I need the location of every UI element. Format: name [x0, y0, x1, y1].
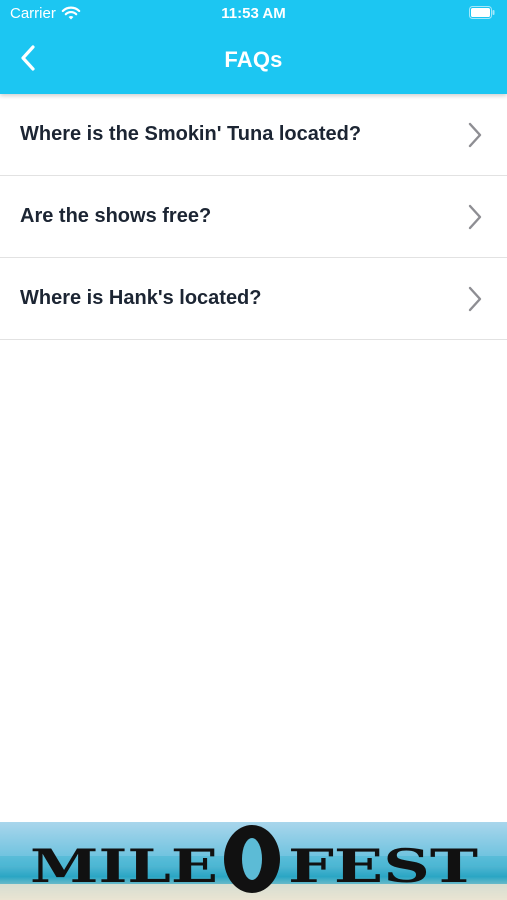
status-bar: Carrier 11:53 AM — [0, 0, 507, 28]
faq-item[interactable]: Are the shows free? — [0, 176, 507, 258]
chevron-right-icon — [467, 122, 483, 148]
faq-question: Where is the Smokin' Tuna located? — [20, 123, 362, 145]
battery-icon — [469, 6, 495, 19]
page-title: FAQs — [224, 47, 283, 72]
status-time: 11:53 AM — [221, 5, 286, 22]
faq-question: Where is Hank's located? — [20, 287, 262, 309]
nav-bar: FAQs — [0, 28, 507, 94]
mile-0-fest-banner[interactable]: MILE FEST — [0, 822, 507, 900]
banner-logo: MILE FEST — [0, 822, 507, 900]
faq-question: Are the shows free? — [20, 205, 212, 227]
svg-text:FEST: FEST — [288, 839, 478, 893]
svg-text:MILE: MILE — [30, 839, 218, 893]
header: Carrier 11:53 AM FAQs — [0, 0, 507, 94]
faq-list: Where is the Smokin' Tuna located? Are t… — [0, 94, 507, 340]
chevron-right-icon — [467, 286, 483, 312]
faq-item[interactable]: Where is the Smokin' Tuna located? — [0, 94, 507, 176]
faq-item[interactable]: Where is Hank's located? — [0, 258, 507, 340]
chevron-right-icon — [467, 204, 483, 230]
